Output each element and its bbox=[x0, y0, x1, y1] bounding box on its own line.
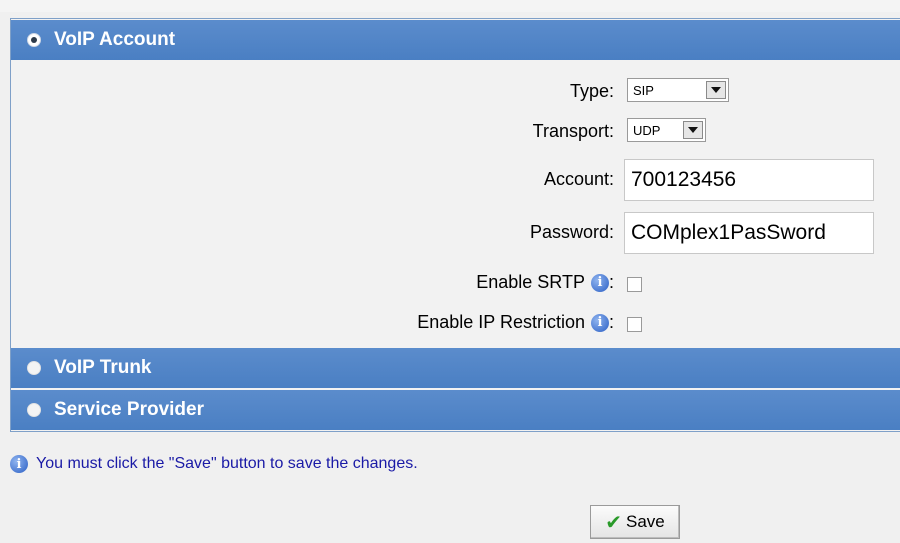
password-field-value: COMplex1PasSword bbox=[631, 221, 826, 244]
section-title-voip-account: VoIP Account bbox=[54, 29, 176, 50]
settings-panel: VoIP Account Type: SIP Transport: UDP Ac… bbox=[10, 18, 900, 432]
srtp-label: Enable SRTP i : bbox=[476, 272, 614, 293]
radio-unselected-icon[interactable] bbox=[27, 361, 41, 375]
section-title-voip-trunk: VoIP Trunk bbox=[54, 357, 152, 378]
srtp-colon: : bbox=[608, 272, 614, 292]
password-label-text: Password: bbox=[529, 222, 614, 242]
transport-label: Transport: bbox=[533, 121, 614, 142]
top-strip bbox=[0, 0, 900, 12]
save-notice: i You must click the "Save" button to sa… bbox=[10, 455, 418, 473]
chevron-down-icon[interactable] bbox=[683, 121, 703, 139]
account-label-text: Account: bbox=[543, 169, 614, 189]
ip-restriction-colon: : bbox=[608, 312, 614, 332]
section-service-provider[interactable]: Service Provider bbox=[11, 390, 900, 430]
save-button-label: Save bbox=[626, 512, 665, 531]
radio-selected-icon[interactable] bbox=[27, 33, 41, 47]
info-icon: i bbox=[10, 455, 28, 473]
section-voip-account[interactable]: VoIP Account bbox=[11, 20, 900, 60]
account-field-value: 700123456 bbox=[631, 168, 737, 191]
type-select[interactable]: SIP bbox=[627, 78, 729, 102]
password-field[interactable]: COMplex1PasSword bbox=[624, 212, 874, 254]
srtp-label-text: Enable SRTP bbox=[476, 272, 585, 292]
type-label-text: Type: bbox=[569, 81, 614, 101]
info-icon[interactable]: i bbox=[590, 273, 609, 292]
transport-select-value: UDP bbox=[633, 122, 661, 138]
account-label: Account: bbox=[544, 169, 614, 190]
srtp-checkbox[interactable] bbox=[627, 277, 642, 292]
section-title-service-provider: Service Provider bbox=[54, 399, 204, 420]
transport-select[interactable]: UDP bbox=[627, 118, 706, 142]
info-icon[interactable]: i bbox=[590, 313, 609, 332]
ip-restriction-label-text: Enable IP Restriction bbox=[417, 312, 585, 332]
radio-unselected-icon[interactable] bbox=[27, 403, 41, 417]
ip-restriction-label: Enable IP Restriction i : bbox=[417, 312, 614, 333]
save-button[interactable]: ✔ Save bbox=[590, 505, 680, 539]
transport-label-text: Transport: bbox=[532, 121, 614, 141]
chevron-down-icon[interactable] bbox=[706, 81, 726, 99]
password-label: Password: bbox=[530, 222, 614, 243]
type-select-value: SIP bbox=[633, 82, 654, 98]
type-label: Type: bbox=[570, 81, 614, 102]
checkmark-icon: ✔ bbox=[605, 511, 622, 534]
section-voip-trunk[interactable]: VoIP Trunk bbox=[11, 348, 900, 388]
account-field[interactable]: 700123456 bbox=[624, 159, 874, 201]
save-notice-text: You must click the "Save" button to save… bbox=[36, 455, 418, 472]
ip-restriction-checkbox[interactable] bbox=[627, 317, 642, 332]
